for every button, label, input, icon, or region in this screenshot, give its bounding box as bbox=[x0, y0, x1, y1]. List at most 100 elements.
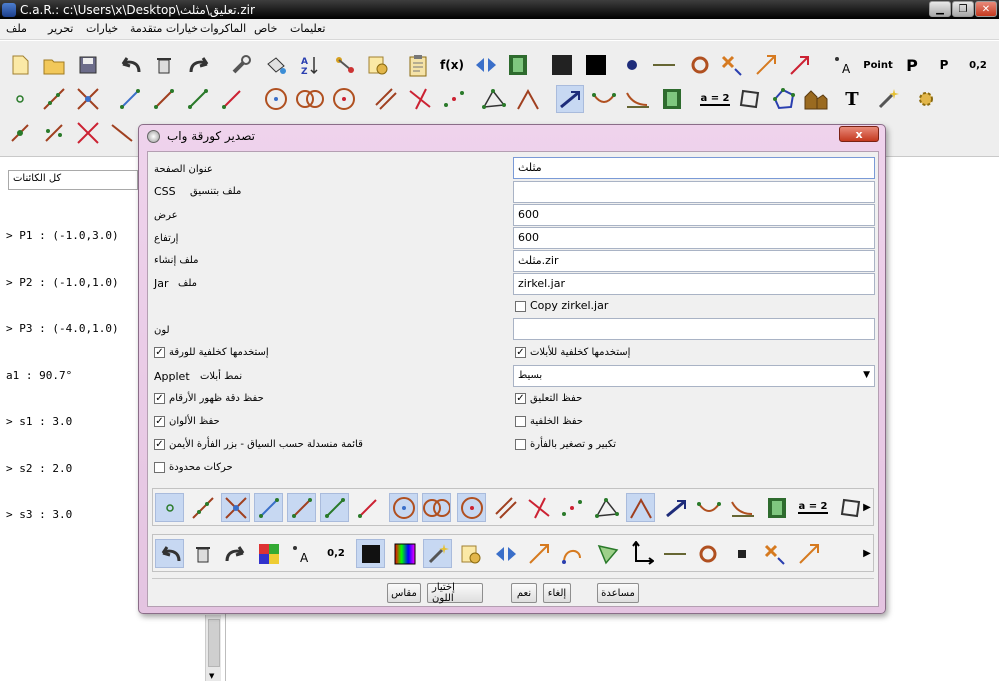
open-folder-icon[interactable] bbox=[40, 51, 68, 79]
undo-icon[interactable] bbox=[116, 51, 144, 79]
fill-dark-square-icon[interactable] bbox=[548, 51, 576, 79]
segment-3-tool-icon[interactable] bbox=[320, 493, 349, 522]
expression-tool-icon[interactable]: a = 2 bbox=[795, 493, 831, 522]
building-icon[interactable] bbox=[802, 85, 830, 113]
label-tool-icon[interactable]: A bbox=[287, 539, 316, 568]
line-through-points-icon[interactable] bbox=[40, 85, 68, 113]
close-window-button[interactable]: ✕ bbox=[975, 1, 997, 17]
macro-gear-icon[interactable] bbox=[364, 51, 392, 79]
polygon-points-icon[interactable] bbox=[770, 85, 798, 113]
small-square-tool-icon[interactable] bbox=[727, 539, 756, 568]
point-on-line-2-icon[interactable] bbox=[40, 119, 68, 147]
line-tool-2-icon[interactable] bbox=[660, 539, 689, 568]
line-segment-icon[interactable] bbox=[650, 51, 678, 79]
scroll-down-icon[interactable]: ▼ bbox=[209, 672, 214, 680]
list-item[interactable]: > P2 : (-1.0,1.0) bbox=[6, 275, 119, 291]
menu-edit[interactable]: تحرير bbox=[48, 22, 73, 35]
list-item[interactable]: > s1 : 3.0 bbox=[6, 414, 119, 430]
minimize-button[interactable]: ▁ bbox=[929, 1, 951, 17]
segment-icon[interactable] bbox=[116, 85, 144, 113]
bg-applets-checkbox[interactable]: ✓ bbox=[515, 347, 526, 358]
sort-az-icon[interactable]: AZ bbox=[296, 51, 324, 79]
midpoint-icon[interactable] bbox=[440, 85, 468, 113]
jar-file-input[interactable]: zirkel.jar bbox=[513, 273, 875, 295]
label-point-icon[interactable]: A bbox=[830, 51, 858, 79]
circle-icon[interactable] bbox=[686, 51, 714, 79]
quadrilateral-icon[interactable] bbox=[736, 85, 764, 113]
angle-tool-icon[interactable] bbox=[626, 493, 655, 522]
bg-sheet-checkbox[interactable]: ✓ bbox=[154, 347, 165, 358]
redo-icon[interactable] bbox=[186, 51, 214, 79]
context-menu-checkbox[interactable]: ✓ bbox=[154, 439, 165, 450]
scrollbar-thumb[interactable] bbox=[208, 619, 220, 667]
menu-file[interactable]: ملف bbox=[6, 22, 27, 35]
undo-tool-icon[interactable] bbox=[155, 539, 184, 568]
macro-run-icon[interactable] bbox=[330, 51, 358, 79]
limited-moves-checkbox[interactable] bbox=[154, 462, 165, 473]
parallel-icon[interactable] bbox=[372, 85, 400, 113]
cross-lines-icon[interactable] bbox=[74, 119, 102, 147]
film-2-icon[interactable] bbox=[658, 85, 686, 113]
point-text-icon[interactable]: Point bbox=[862, 51, 894, 79]
row2-scroll-right-icon[interactable]: ▶ bbox=[861, 539, 873, 568]
color-grid-icon[interactable] bbox=[254, 539, 283, 568]
coordinate-icon[interactable]: 0,2 bbox=[962, 51, 994, 79]
paint-bucket-icon[interactable] bbox=[262, 51, 290, 79]
copy-zirkel-checkbox[interactable] bbox=[515, 301, 526, 312]
circle-tool-icon[interactable] bbox=[693, 539, 722, 568]
save-digits-checkbox[interactable]: ✓ bbox=[154, 393, 165, 404]
page-title-input[interactable]: مثلث bbox=[513, 157, 875, 179]
segment-tool-icon[interactable] bbox=[254, 493, 283, 522]
vector-selected-icon[interactable] bbox=[556, 85, 584, 113]
css-file-input[interactable] bbox=[513, 181, 875, 203]
polygon-tool-icon[interactable] bbox=[592, 493, 621, 522]
list-item[interactable]: > s2 : 2.0 bbox=[6, 461, 119, 477]
bisector-icon[interactable] bbox=[108, 119, 136, 147]
ray-icon[interactable] bbox=[218, 85, 246, 113]
orange-arrow-tool-icon[interactable] bbox=[794, 539, 823, 568]
polygon-icon[interactable] bbox=[480, 85, 508, 113]
list-item[interactable]: > P1 : (-1.0,3.0) bbox=[6, 228, 119, 244]
zoom-mouse-checkbox[interactable] bbox=[515, 439, 526, 450]
intersection-icon[interactable] bbox=[74, 85, 102, 113]
parameter-p-icon[interactable]: P bbox=[898, 51, 926, 79]
object-filter-select[interactable]: كل الكائنات bbox=[8, 170, 138, 190]
circle-center-tool-icon[interactable] bbox=[389, 493, 418, 522]
menu-advanced[interactable]: خيارات متقدمة bbox=[130, 22, 198, 35]
axes-tool-icon[interactable] bbox=[626, 539, 655, 568]
perpendicular-tool-icon[interactable] bbox=[524, 493, 553, 522]
segment-2-tool-icon[interactable] bbox=[287, 493, 316, 522]
save-disk-icon[interactable] bbox=[74, 51, 102, 79]
fill-black-square-icon[interactable] bbox=[582, 51, 610, 79]
point-on-line-icon[interactable] bbox=[6, 119, 34, 147]
triangle-tool-icon[interactable] bbox=[593, 539, 622, 568]
coordinate-tool-icon[interactable]: 0,2 bbox=[320, 539, 352, 568]
color-input[interactable] bbox=[513, 318, 875, 340]
intersection-tool-icon[interactable] bbox=[221, 493, 250, 522]
spectrum-tool-icon[interactable] bbox=[390, 539, 419, 568]
circle-double-tool-icon[interactable] bbox=[422, 493, 451, 522]
size-button[interactable]: مقاس bbox=[387, 583, 421, 603]
perpendicular-icon[interactable] bbox=[406, 85, 434, 113]
menu-special[interactable]: خاص bbox=[254, 22, 277, 35]
cancel-button[interactable]: إلغاء bbox=[543, 583, 571, 603]
arc-tool-icon[interactable] bbox=[694, 493, 723, 522]
save-background-checkbox[interactable] bbox=[515, 416, 526, 427]
function-icon[interactable]: f(x) bbox=[438, 51, 466, 79]
save-colors-checkbox[interactable]: ✓ bbox=[154, 416, 165, 427]
circle-radius-tool-icon[interactable] bbox=[457, 493, 486, 522]
arc-icon[interactable] bbox=[590, 85, 618, 113]
applet-style-select[interactable]: بسيط ▼ bbox=[513, 365, 875, 387]
clipboard-icon[interactable] bbox=[404, 51, 432, 79]
menu-help[interactable]: تعليمات bbox=[290, 22, 325, 35]
magic-wand-icon[interactable] bbox=[874, 85, 902, 113]
help-button[interactable]: مساعدة bbox=[597, 583, 639, 603]
ray-arrow-icon[interactable] bbox=[752, 51, 780, 79]
segment-2-icon[interactable] bbox=[150, 85, 178, 113]
circle-radius-icon[interactable] bbox=[330, 85, 358, 113]
point-small-icon[interactable] bbox=[6, 85, 34, 113]
construction-file-input[interactable]: مثلث.zir bbox=[513, 250, 875, 272]
save-comment-checkbox[interactable]: ✓ bbox=[515, 393, 526, 404]
move-arrows-icon[interactable] bbox=[718, 51, 746, 79]
trash-tool-icon[interactable] bbox=[188, 539, 217, 568]
